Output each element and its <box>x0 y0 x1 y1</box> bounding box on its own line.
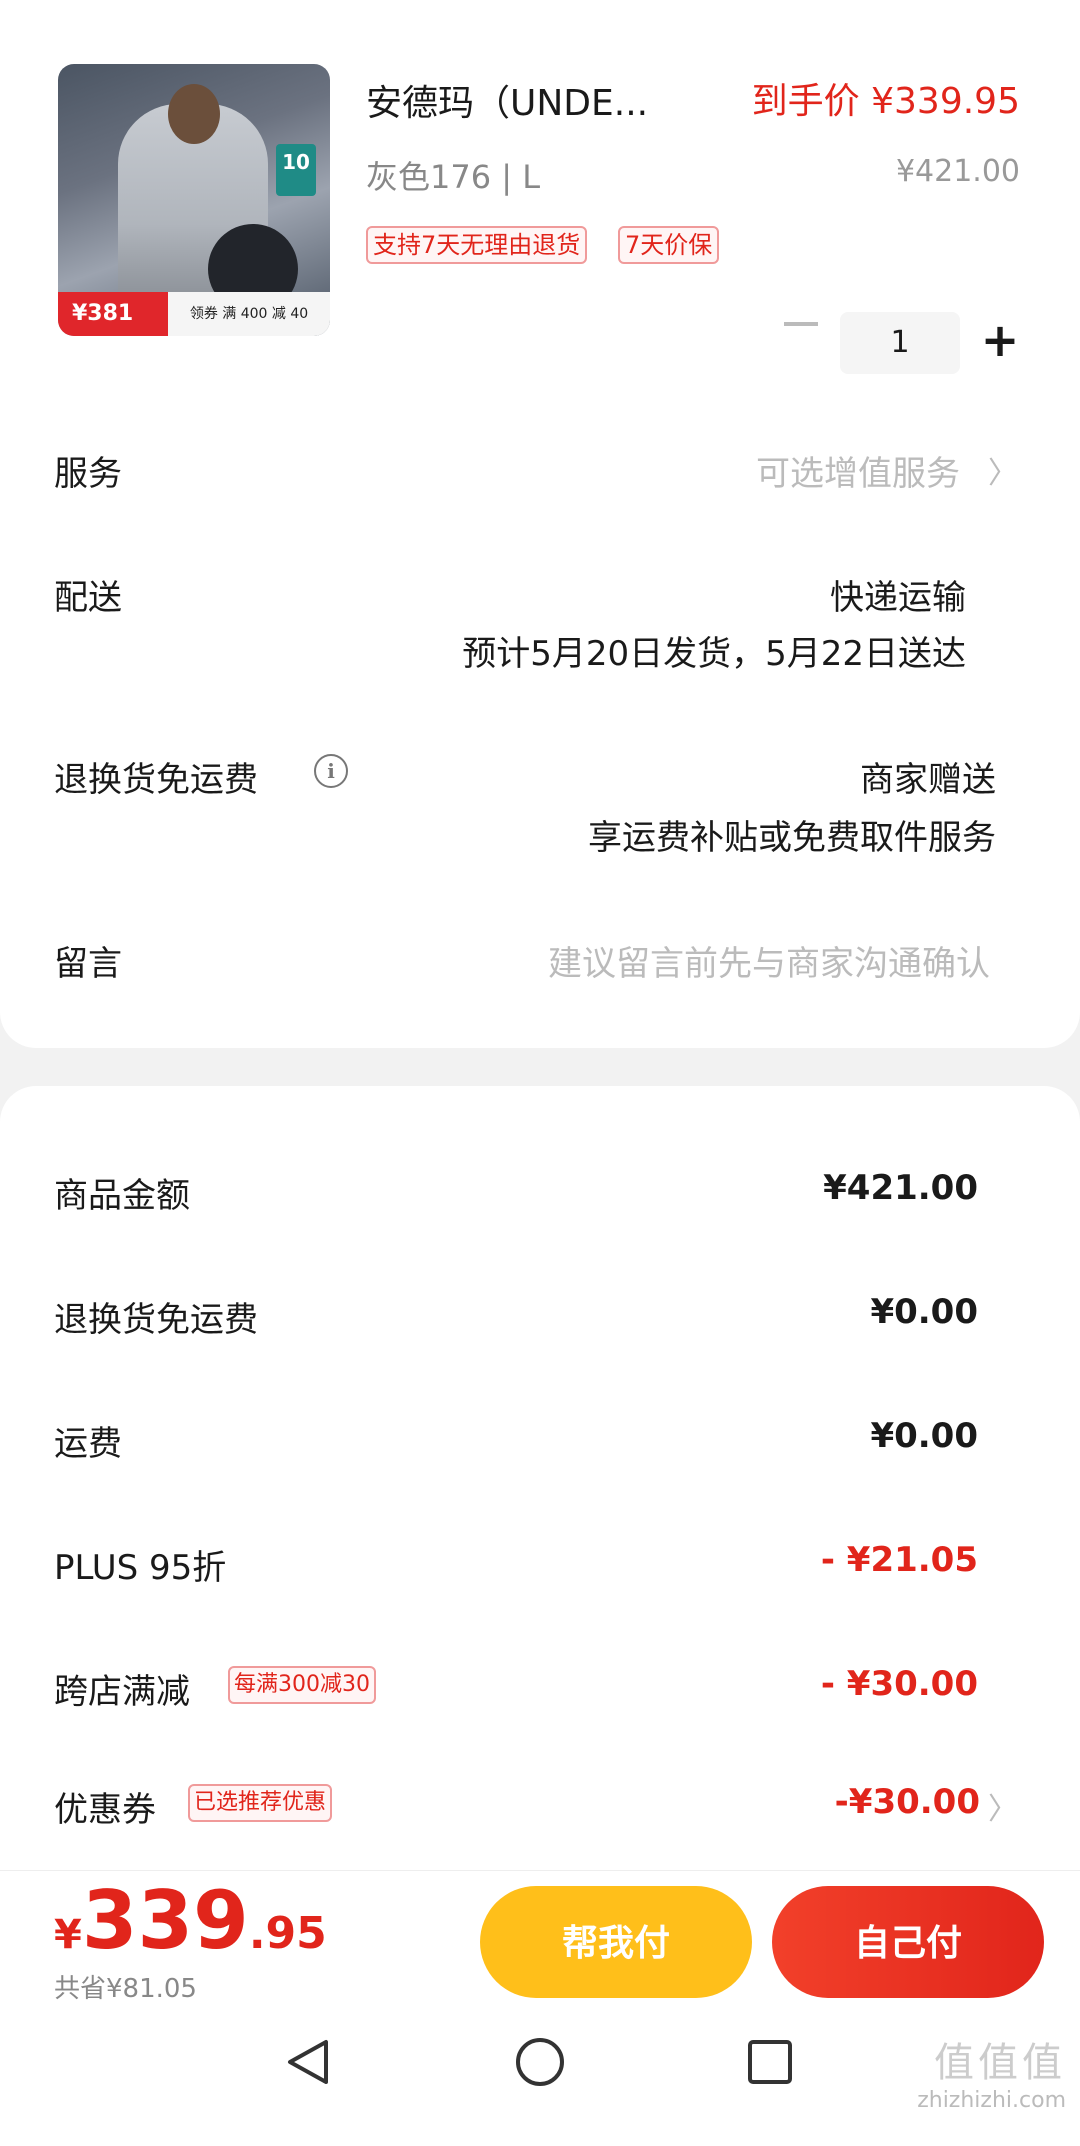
watermark: 值值值 zhizhizhi.com <box>917 2030 1066 2113</box>
coupon-tag: 已选推荐优惠 <box>188 1784 333 1822</box>
nav-home-icon[interactable] <box>514 2036 566 2088</box>
final-price: 到手价 ¥339.95 <box>751 81 1020 122</box>
coupon-value[interactable]: -¥30.00 <box>835 1782 980 1822</box>
watermark-logo: 值值值 <box>934 2040 1066 2086</box>
original-price: ¥421.00 <box>895 154 1020 189</box>
delivery-method[interactable]: 快递运输 <box>830 570 966 619</box>
return-shipping-detail: 享运费补贴或免费取件服务 <box>588 818 996 858</box>
product-image[interactable]: 10 ¥381 领券 满 400 减 40 <box>58 64 330 336</box>
service-label: 服务 <box>54 454 122 494</box>
return-fee-value: ¥0.00 <box>870 1292 978 1332</box>
total-price-integer: 339 <box>81 1874 249 1967</box>
return-policy-tag: 支持7天无理由退货 <box>366 226 588 264</box>
goods-amount-label: 商品金额 <box>54 1176 190 1216</box>
service-value[interactable]: 可选增值服务 <box>756 446 960 495</box>
shipping-label: 运费 <box>54 1424 122 1464</box>
minus-icon[interactable] <box>784 322 818 326</box>
cross-store-label: 跨店满减 <box>54 1672 190 1712</box>
delivery-label: 配送 <box>54 578 122 618</box>
message-label: 留言 <box>54 944 122 984</box>
self-pay-button[interactable]: 自己付 <box>772 1886 1044 1998</box>
saved-amount: 共省¥81.05 <box>54 1974 197 2004</box>
chevron-right-icon[interactable]: 〉 <box>988 1784 1018 1828</box>
price-protect-tag: 7天价保 <box>618 226 720 264</box>
coupon-label: 优惠券 <box>54 1790 156 1830</box>
message-input[interactable]: 建议留言前先与商家沟通确认 <box>548 936 990 985</box>
product-image-badge: 10 <box>276 144 316 196</box>
cross-store-tag: 每满300减30 <box>228 1666 376 1704</box>
plus-discount-value: - ¥21.05 <box>820 1540 978 1580</box>
help-pay-button[interactable]: 帮我付 <box>480 1886 752 1998</box>
product-image-price-tag: ¥381 <box>58 292 168 336</box>
watermark-url: zhizhizhi.com <box>917 2088 1066 2113</box>
quantity-input[interactable]: 1 <box>840 312 960 374</box>
total-price: ¥339.95 <box>54 1874 327 1967</box>
nav-back-icon[interactable] <box>282 2036 334 2088</box>
product-spec[interactable]: 灰色176 | L <box>366 152 540 198</box>
chevron-right-icon[interactable]: 〉 <box>988 448 1018 492</box>
shipping-value: ¥0.00 <box>870 1416 978 1456</box>
plus-icon[interactable]: + <box>980 310 1020 370</box>
product-image-coupon: 领券 满 400 减 40 <box>168 292 330 336</box>
return-shipping-label: 退换货免运费 <box>54 760 258 800</box>
product-title[interactable]: 安德玛（UNDE... <box>366 74 648 126</box>
delivery-eta: 预计5月20日发货，5月22日送达 <box>462 634 966 674</box>
total-price-currency: ¥ <box>54 1912 82 1958</box>
info-icon[interactable]: i <box>314 754 348 788</box>
cross-store-value: - ¥30.00 <box>820 1664 978 1704</box>
total-price-decimal: .95 <box>248 1908 327 1959</box>
return-fee-label: 退换货免运费 <box>54 1300 258 1340</box>
return-shipping-value: 商家赠送 <box>860 760 996 800</box>
nav-recents-icon[interactable] <box>744 2036 796 2088</box>
plus-discount-label: PLUS 95折 <box>54 1548 227 1588</box>
goods-amount-value: ¥421.00 <box>823 1168 978 1208</box>
product-photo-head <box>168 84 220 144</box>
